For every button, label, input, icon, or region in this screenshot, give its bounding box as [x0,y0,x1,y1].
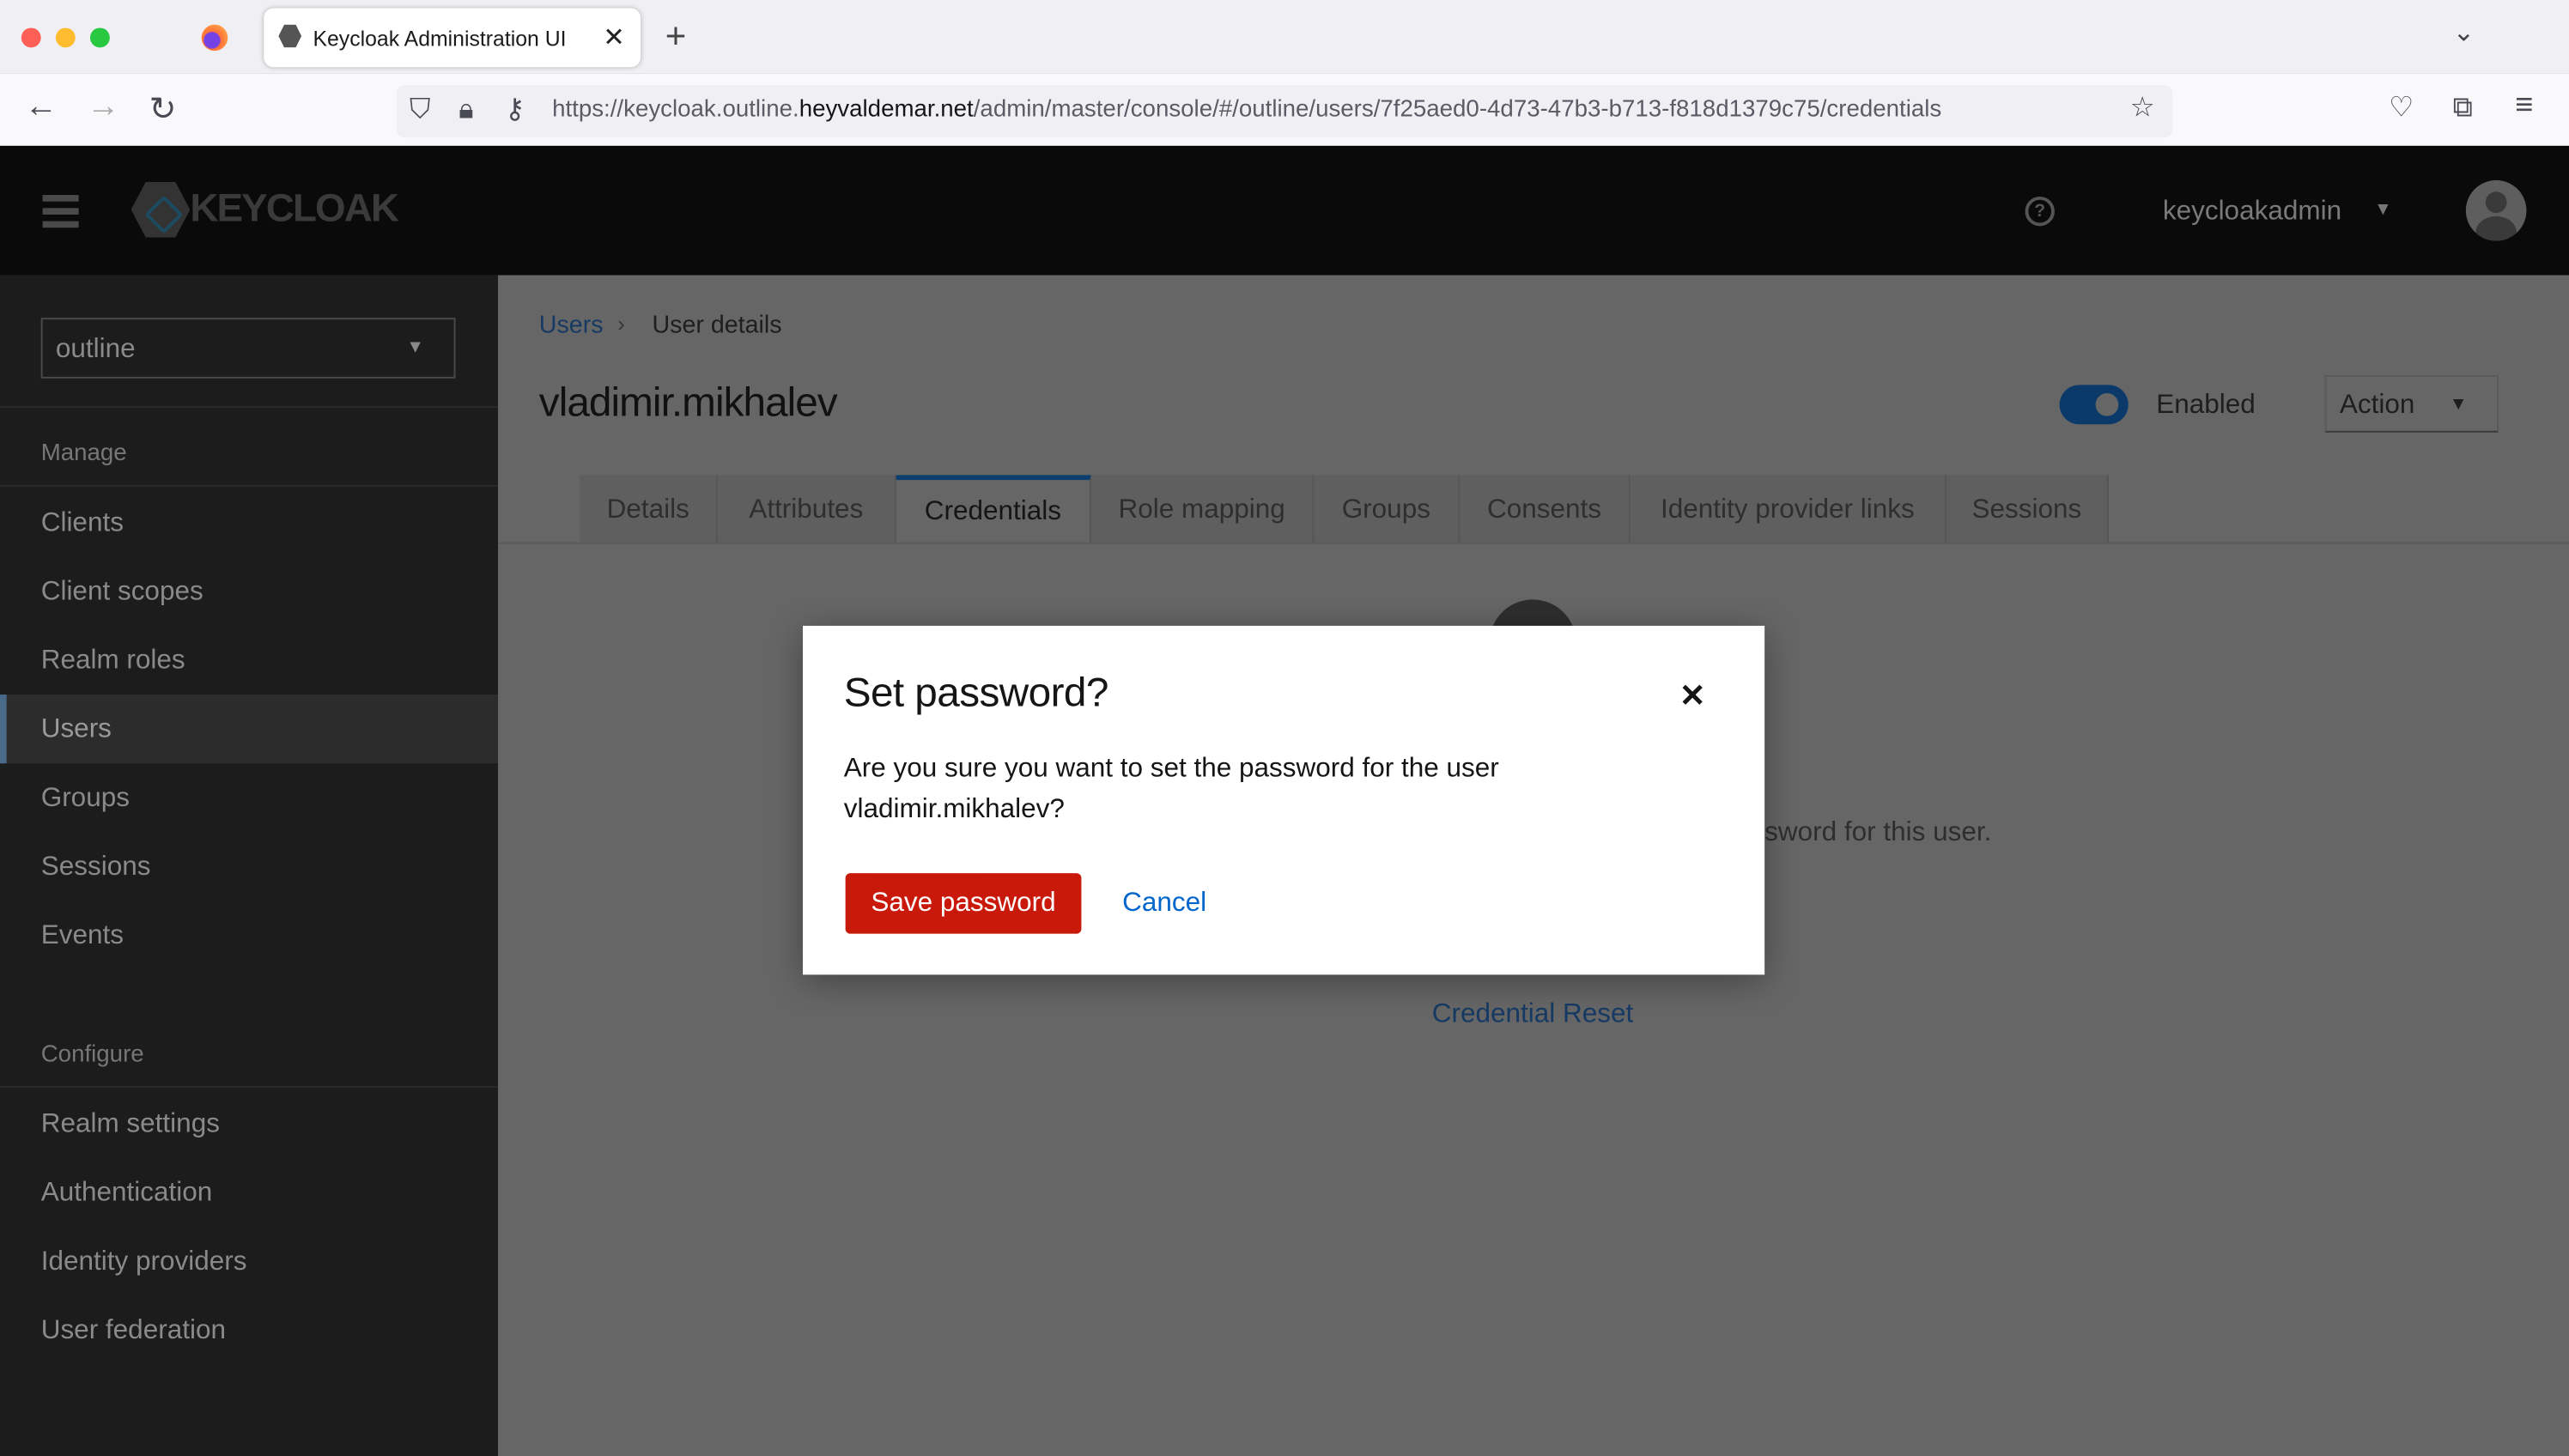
extensions-icon[interactable]: ⧉ [2453,92,2473,124]
new-tab-icon[interactable]: + [665,15,687,58]
sidebar-item-user-federation[interactable]: User federation [0,1295,498,1364]
forward-icon[interactable]: → [87,88,119,126]
close-icon[interactable]: ✕ [1679,678,1705,716]
modal-title: Set password? [843,670,1109,716]
breadcrumb-current: User details [652,311,782,339]
page-title: vladimir.mikhalev [538,379,838,427]
sidebar-item-events[interactable]: Events [0,901,498,970]
sidebar-item-users[interactable]: Users [0,695,499,764]
tab-groups[interactable]: Groups [1314,475,1461,543]
modal-body-line1: Are you sure you want to set the passwor… [843,753,1499,784]
tab-role-mapping[interactable]: Role mapping [1090,475,1315,543]
sidebar: outline ▼ Manage Clients Client scopes R… [0,275,499,1456]
empty-state-text: sword for this user. [1764,817,1992,847]
url-prefix: https://keycloak.outline. [552,96,799,124]
sidebar-item-authentication[interactable]: Authentication [0,1158,498,1227]
url-domain: heyvaldemar.net [799,96,974,124]
credential-reset-link[interactable]: Credential Reset [1432,999,1634,1030]
url-suffix: /admin/master/console/#/outline/users/7f… [973,96,1942,124]
list-tabs-icon[interactable]: ⌄ [2453,16,2475,49]
enabled-toggle[interactable] [2059,385,2129,425]
tab-details[interactable]: Details [580,475,718,543]
lock-icon[interactable]: 🔒︎ [459,94,473,126]
minimize-window-button[interactable] [55,27,76,48]
back-icon[interactable]: ← [25,88,58,126]
sidebar-item-identity-providers[interactable]: Identity providers [0,1227,498,1295]
tab-attributes[interactable]: Attributes [717,475,896,543]
nav-section-manage: Manage [40,440,127,467]
realm-select[interactable]: outline ▼ [40,318,456,379]
pocket-icon[interactable]: ♡ [2389,92,2414,124]
cancel-button[interactable]: Cancel [1122,888,1206,919]
caret-down-icon[interactable]: ▼ [2374,200,2392,220]
keycloak-favicon-icon [278,24,302,48]
keycloak-logo-icon [131,181,191,238]
sidebar-item-clients[interactable]: Clients [0,488,498,557]
key-icon[interactable]: ⚷ [505,94,525,126]
sidebar-item-realm-settings[interactable]: Realm settings [0,1089,498,1158]
close-window-button[interactable] [21,27,41,48]
set-password-modal: Set password? ✕ Are you sure you want to… [803,625,1765,975]
browser-tab-bar: Keycloak Administration UI ✕ + ⌄ [0,0,2569,74]
menu-icon[interactable]: ≡ [2515,88,2533,124]
user-menu[interactable]: keycloakadmin [2163,197,2341,228]
sidebar-item-client-scopes[interactable]: Client scopes [0,557,498,626]
reload-icon[interactable]: ↻ [149,88,177,130]
caret-down-icon: ▼ [2449,394,2468,415]
help-icon[interactable]: ? [2025,196,2055,227]
caret-down-icon: ▼ [406,337,425,357]
browser-tab-title: Keycloak Administration UI [313,26,567,52]
browser-tab[interactable]: Keycloak Administration UI ✕ [264,8,641,68]
nav-section-configure: Configure [40,1041,144,1069]
action-label: Action [2339,390,2415,420]
realm-select-value: outline [55,334,136,364]
tab-consents[interactable]: Consents [1460,475,1631,543]
keycloak-logo-text: KEYCLOAK [190,186,399,232]
app-header: KEYCLOAK ? keycloakadmin ▼ [0,145,2569,276]
tab-sessions[interactable]: Sessions [1946,475,2109,543]
sidebar-item-sessions[interactable]: Sessions [0,832,498,901]
shield-icon[interactable]: ⛉ [410,94,430,126]
avatar[interactable] [2465,179,2527,241]
sidebar-item-realm-roles[interactable]: Realm roles [0,626,498,695]
action-dropdown[interactable]: Action ▼ [2324,374,2499,433]
url-text[interactable]: https://keycloak.outline.heyvaldemar.net… [552,97,1941,124]
breadcrumb-separator-icon: › [617,311,625,337]
maximize-window-button[interactable] [89,27,110,48]
tab-credentials[interactable]: Credentials [896,475,1091,543]
tab-identity-provider-links[interactable]: Identity provider links [1630,475,1946,543]
sidebar-item-groups[interactable]: Groups [0,763,498,832]
firefox-icon [201,24,228,52]
bookmark-star-icon[interactable]: ☆ [2130,92,2155,124]
modal-body-line2: vladimir.mikhalev? [843,794,1065,824]
hamburger-menu-icon[interactable] [42,195,79,228]
breadcrumb-users-link[interactable]: Users [539,312,604,339]
close-tab-icon[interactable]: ✕ [603,21,625,54]
enabled-label: Enabled [2156,390,2256,420]
save-password-button[interactable]: Save password [845,873,1082,934]
